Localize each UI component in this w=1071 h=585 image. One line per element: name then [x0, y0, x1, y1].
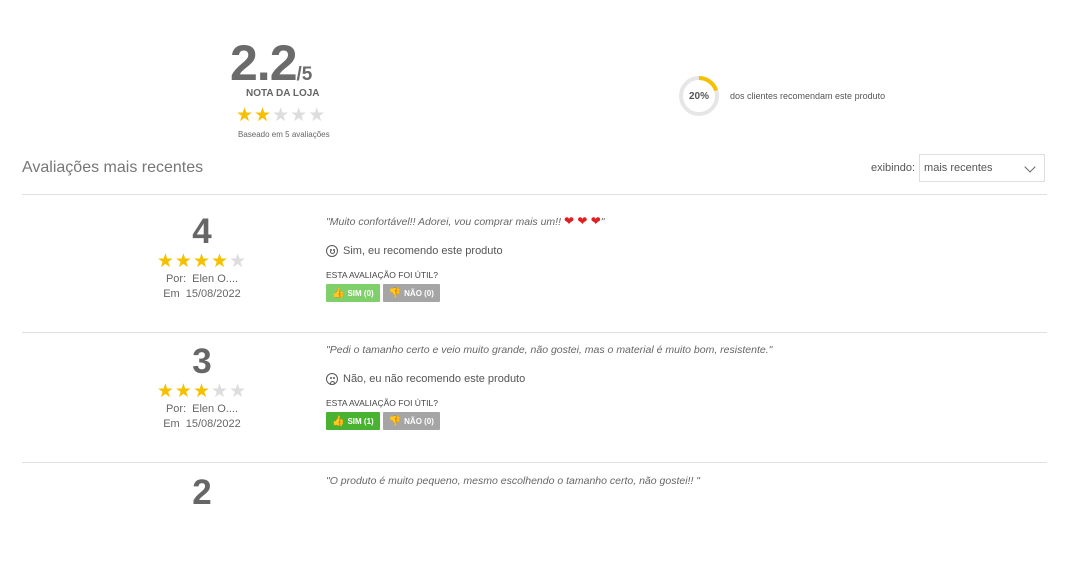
review-comment-end: ": [600, 216, 605, 228]
author-name: Elen O....: [192, 403, 239, 415]
smile-face-icon: [326, 245, 338, 257]
recommendation-text: Sim, eu recomendo este produto: [343, 245, 503, 257]
review-content: "Muito confortável!! Adorei, vou comprar…: [326, 194, 1026, 302]
heart-icon: ❤ ❤ ❤: [563, 214, 601, 228]
recommendation-text: Não, eu não recomendo este produto: [343, 373, 526, 385]
review-date: Em 15/08/2022: [142, 417, 262, 432]
star-icon: ★: [156, 251, 175, 272]
thumbs-up-icon: 👍: [332, 415, 345, 427]
review-rating-block: 2: [142, 455, 262, 513]
recommend-progress-ring: 20%: [678, 75, 720, 117]
useful-yes-button[interactable]: 👍 SIM (0): [326, 284, 380, 302]
review-stars: ★★★★★: [142, 382, 262, 402]
review-comment-text: "O produto é muito pequeno, mesmo escolh…: [326, 475, 697, 487]
review-author: Por: Elen O....: [142, 402, 262, 417]
review-comment-text: "Muito confortável!! Adorei, vou comprar…: [326, 216, 564, 228]
thumbs-down-icon: 👎: [388, 415, 402, 427]
thumbs-up-icon: 👍: [332, 287, 345, 299]
star-icon: ★: [229, 381, 248, 402]
star-icon: ★: [254, 105, 273, 126]
star-icon: ★: [229, 251, 248, 272]
date-label: Em: [163, 288, 180, 300]
star-icon: ★: [272, 105, 291, 126]
author-name: Elen O....: [192, 273, 239, 285]
date-value: 15/08/2022: [185, 418, 241, 430]
star-icon: ★: [156, 381, 175, 402]
review-comment-end: ": [696, 475, 701, 487]
star-icon: ★: [211, 381, 230, 402]
useful-question: ESTA AVALIAÇÃO FOI ÚTIL?: [326, 270, 438, 280]
review-item: 3 ★★★★★ Por: Elen O.... Em 15/08/2022 "Ped…: [22, 324, 1047, 454]
review-comment: "Muito confortável!! Adorei, vou comprar…: [326, 214, 1026, 228]
review-score: 4: [192, 212, 212, 251]
recommend-percent: 20%: [688, 90, 709, 102]
useful-buttons: 👍 SIM (0) 👎 NÃO (0): [326, 284, 1026, 302]
star-icon: ★: [290, 105, 309, 126]
review-comment: "O produto é muito pequeno, mesmo escolh…: [326, 475, 1026, 487]
star-icon: ★: [192, 251, 212, 272]
useful-buttons: 👍 SIM (1) 👎 NÃO (0): [326, 412, 1026, 430]
store-rating-summary: 2.2/5 NOTA DA LOJA ★★★★★ Baseado em 5 av…: [230, 35, 340, 139]
useful-no-label: NÃO (0): [404, 288, 434, 298]
recommend-text: dos clientes recomendam este produto: [730, 91, 886, 101]
review-item: 2 "O produto é muito pequeno, mesmo esco…: [22, 455, 1047, 585]
useful-yes-button[interactable]: 👍 SIM (1): [326, 412, 380, 430]
date-value: 15/08/2022: [185, 288, 241, 300]
store-rating-label: NOTA DA LOJA: [246, 88, 320, 99]
store-score-outof: /5: [296, 64, 313, 85]
review-author: Por: Elen O....: [142, 272, 262, 287]
based-on-text: Baseado em 5 avaliações: [238, 130, 330, 139]
review-stars: ★★★★★: [142, 252, 262, 272]
review-date: Em 15/08/2022: [142, 287, 262, 302]
sort-selected-value: mais recentes: [924, 162, 993, 174]
sort-control: exibindo: mais recentes: [871, 154, 1046, 182]
star-icon: ★: [211, 251, 230, 272]
review-recommendation: Não, eu não recomendo este produto: [326, 373, 1026, 385]
star-icon: ★: [308, 105, 327, 126]
review-recommendation: Sim, eu recomendo este produto: [326, 245, 1026, 257]
useful-no-label: NÃO (0): [404, 416, 434, 426]
author-label: Por:: [165, 403, 187, 415]
review-item: 4 ★★★★★ Por: Elen O.... Em 15/08/2022 "Mui…: [22, 194, 1047, 324]
useful-no-button[interactable]: 👎 NÃO (0): [382, 284, 440, 302]
review-score: 2: [192, 473, 212, 512]
review-content: "O produto é muito pequeno, mesmo escolh…: [326, 455, 1026, 487]
star-icon: ★: [192, 381, 212, 402]
useful-question: ESTA AVALIAÇÃO FOI ÚTIL?: [326, 398, 438, 408]
star-icon: ★: [174, 381, 193, 402]
review-content: "Pedi o tamanho certo e veio muito grand…: [326, 324, 1026, 430]
star-icon: ★: [174, 251, 193, 272]
useful-yes-label: SIM (1): [347, 416, 374, 426]
date-label: Em: [163, 418, 180, 430]
useful-yes-label: SIM (0): [347, 288, 374, 298]
section-title: Avaliações mais recentes: [22, 159, 204, 176]
useful-no-button[interactable]: 👎 NÃO (0): [382, 412, 440, 430]
review-score: 3: [192, 342, 212, 381]
store-rating-stars: ★★★★★: [236, 106, 326, 126]
sort-select[interactable]: mais recentes: [919, 154, 1046, 182]
star-icon: ★: [236, 105, 255, 126]
review-comment: "Pedi o tamanho certo e veio muito grand…: [326, 344, 773, 356]
store-score-value: 2.2: [230, 35, 298, 91]
recommend-summary: 20% dos clientes recomendam este produto: [678, 74, 885, 118]
review-rating-block: 4 ★★★★★ Por: Elen O.... Em 15/08/2022: [142, 194, 262, 302]
chevron-down-icon: [1024, 161, 1036, 173]
author-label: Por:: [165, 273, 187, 285]
thumbs-down-icon: 👎: [388, 287, 402, 299]
sort-label: exibindo:: [871, 162, 916, 174]
sad-face-icon: [326, 373, 338, 385]
review-rating-block: 3 ★★★★★ Por: Elen O.... Em 15/08/2022: [142, 324, 262, 432]
